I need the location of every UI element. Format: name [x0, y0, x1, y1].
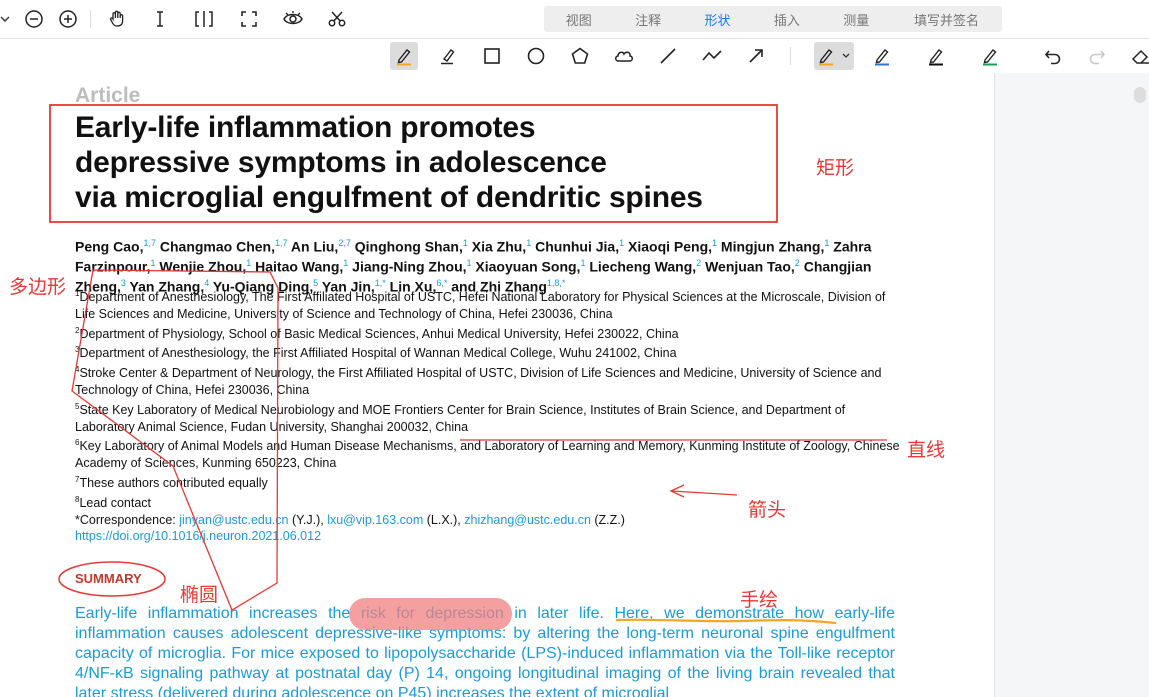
- author-name: Xiaoyuan Song,: [471, 258, 581, 275]
- cloud-tool-icon[interactable]: [610, 42, 638, 70]
- eraser-icon[interactable]: [1126, 42, 1149, 70]
- author-affiliation-marker: 1,7: [275, 238, 288, 248]
- author-name: An Liu,: [287, 238, 339, 255]
- author-name: Peng Cao,: [75, 238, 144, 255]
- affiliation-item: 2Department of Physiology, School of Bas…: [75, 323, 905, 343]
- email-link[interactable]: zhizhang@ustc.edu.cn: [464, 513, 591, 527]
- tab-annotate[interactable]: 注释: [613, 10, 682, 29]
- affiliation-item: 1Department of Anesthesiology, The First…: [75, 286, 905, 323]
- email-link[interactable]: jinyan@ustc.edu.cn: [179, 513, 288, 527]
- summary-heading: SUMMARY: [75, 571, 142, 586]
- affiliation-text: Department of Anesthesiology, the First …: [79, 346, 677, 361]
- author-name: Changmao Chen,: [155, 238, 275, 255]
- author-name: Liecheng Wang,: [585, 258, 697, 275]
- freehand-annotation-label[interactable]: 手绘: [740, 585, 778, 612]
- tab-view[interactable]: 视图: [544, 10, 613, 29]
- polyline-tool-icon[interactable]: [698, 42, 726, 70]
- text-select-icon[interactable]: [149, 8, 171, 30]
- affiliation-text: Department of Physiology, School of Basi…: [79, 326, 679, 341]
- affiliation-text: Department of Anesthesiology, The First …: [75, 290, 886, 321]
- eye-icon[interactable]: [282, 8, 304, 30]
- title-line: via microglial engulfment of dendritic s…: [75, 181, 703, 214]
- column-select-icon[interactable]: [193, 8, 215, 30]
- tab-measure[interactable]: 测量: [822, 10, 891, 29]
- author-name: Haitao Wang,: [251, 258, 344, 275]
- scrollbar-thumb[interactable]: [1134, 87, 1146, 103]
- affiliation-text: State Key Laboratory of Medical Neurobio…: [75, 403, 846, 434]
- author-affiliation-marker: 2,7: [338, 238, 351, 248]
- affiliation-text: Lead contact: [79, 495, 152, 510]
- author-name: Xiaoqi Peng,: [624, 238, 713, 255]
- author-name: Mingjun Zhang,: [717, 238, 825, 255]
- tab-insert[interactable]: 插入: [752, 10, 821, 29]
- mode-tabs: 视图 注释 形状 插入 测量 填写并签名: [544, 6, 1002, 32]
- toolbar-divider: [90, 10, 91, 28]
- right-side-panel: [994, 73, 1149, 697]
- affiliation-item: 3Department of Anesthesiology, the First…: [75, 342, 905, 362]
- zoom-out-icon[interactable]: [23, 8, 45, 30]
- title-line: Early-life inflammation promotes: [75, 111, 536, 144]
- fullscreen-icon[interactable]: [238, 8, 260, 30]
- author-name: Jiang-Ning Zhou,: [348, 258, 467, 275]
- rectangle-tool-icon[interactable]: [478, 42, 506, 70]
- pen-color-preset-orange[interactable]: [814, 42, 854, 70]
- tab-fill-sign[interactable]: 填写并签名: [891, 10, 1002, 29]
- scissors-icon[interactable]: [326, 8, 348, 30]
- chevron-down-icon[interactable]: [0, 8, 16, 30]
- author-name: Wenjuan Tao,: [701, 258, 795, 275]
- zoom-in-icon[interactable]: [57, 8, 79, 30]
- page-title: Early-life inflammation promotes depress…: [75, 110, 703, 215]
- polygon-annotation-label[interactable]: 多边形: [9, 272, 66, 299]
- freehand-pen-icon[interactable]: [390, 42, 418, 70]
- author-name: Chunhui Jia,: [531, 238, 620, 255]
- toolbar-divider: [790, 47, 791, 65]
- doi-link[interactable]: https://doi.org/10.1016/j.neuron.2021.06…: [75, 528, 905, 545]
- affiliation-item: 6Key Laboratory of Animal Models and Hum…: [75, 435, 905, 472]
- article-label: Article: [75, 84, 141, 107]
- pen-color-preset-black[interactable]: [922, 42, 950, 70]
- affiliation-item: 7These authors contributed equally: [75, 472, 905, 492]
- ellipse-tool-icon[interactable]: [522, 42, 550, 70]
- rectangle-annotation-label[interactable]: 矩形: [816, 153, 854, 180]
- line-annotation-label[interactable]: 直线: [907, 435, 945, 462]
- pdf-page[interactable]: Article Early-life inflammation promotes…: [0, 73, 994, 697]
- undo-icon[interactable]: [1039, 42, 1067, 70]
- title-line: depressive symptoms in adolescence: [75, 146, 607, 179]
- redo-icon[interactable]: [1083, 42, 1111, 70]
- ellipse-annotation-label[interactable]: 椭圆: [180, 580, 218, 607]
- hand-tool-icon[interactable]: [106, 8, 128, 30]
- affiliation-item: 4Stroke Center & Department of Neurology…: [75, 362, 905, 399]
- highlighter-icon[interactable]: [434, 42, 462, 70]
- pen-color-preset-blue[interactable]: [868, 42, 896, 70]
- affiliation-text: These authors contributed equally: [79, 476, 268, 491]
- polygon-tool-icon[interactable]: [566, 42, 594, 70]
- affiliation-text: Key Laboratory of Animal Models and Huma…: [75, 439, 900, 471]
- affiliation-item: 5State Key Laboratory of Medical Neurobi…: [75, 399, 905, 436]
- abstract-text: Early-life inflammation increases the ri…: [75, 605, 895, 697]
- email-link[interactable]: lxu@vip.163.com: [327, 513, 423, 527]
- shape-toolbar: [0, 38, 1149, 74]
- author-affiliation-marker: 1,7: [143, 238, 156, 248]
- arrow-tool-icon[interactable]: [742, 42, 770, 70]
- tab-shapes[interactable]: 形状: [683, 10, 752, 29]
- author-name: Qinghong Shan,: [350, 238, 463, 255]
- affiliation-text: Stroke Center & Department of Neurology,…: [75, 366, 882, 398]
- line-tool-icon[interactable]: [654, 42, 682, 70]
- arrow-annotation-label[interactable]: 箭头: [748, 495, 786, 522]
- top-toolbar: 视图 注释 形状 插入 测量 填写并签名: [0, 0, 1149, 38]
- pen-color-preset-green[interactable]: [976, 42, 1004, 70]
- author-name: Xia Zhu,: [467, 238, 527, 255]
- author-name: Wenjie Zhou,: [155, 258, 247, 275]
